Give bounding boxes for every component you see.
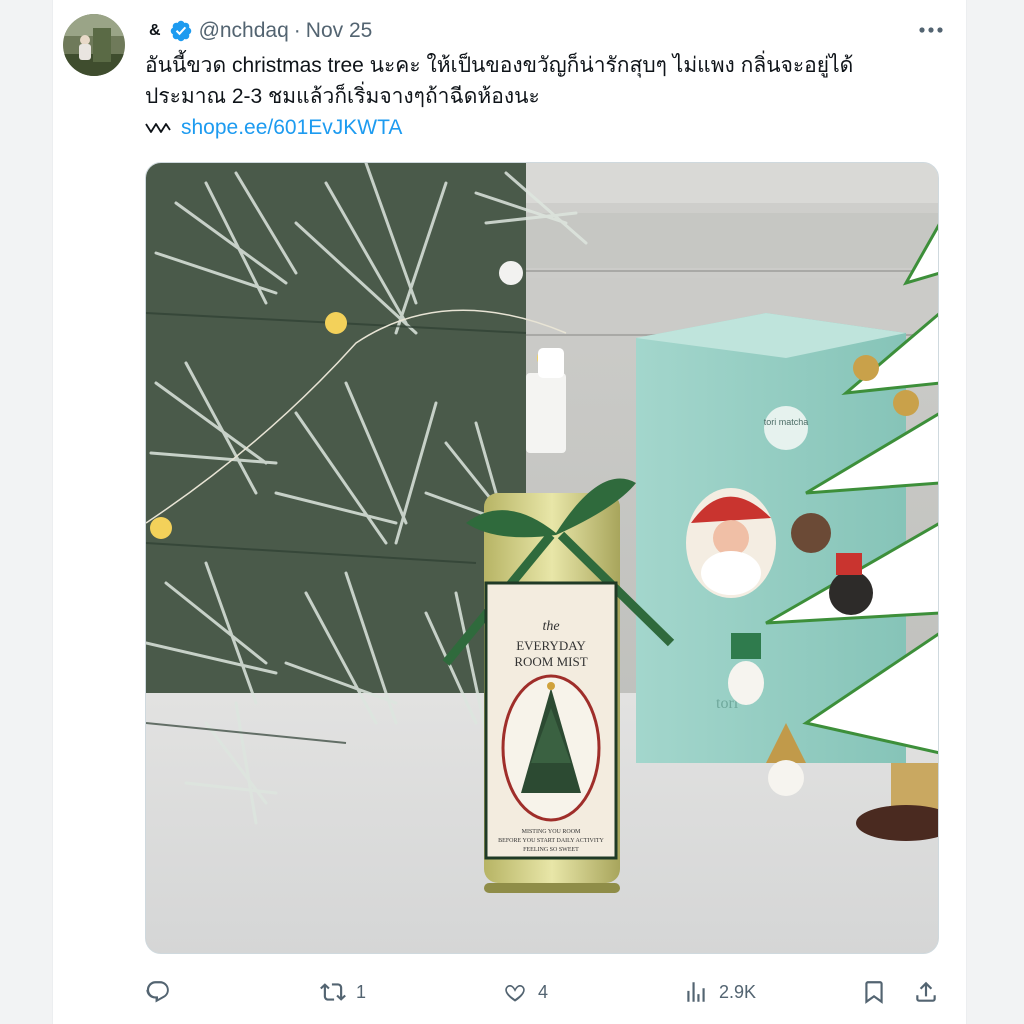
reply-icon xyxy=(146,981,169,1003)
shopee-link[interactable]: shope.ee/601EvJKWTA xyxy=(181,112,402,143)
link-line: shope.ee/601EvJKWTA xyxy=(145,112,945,143)
like-button[interactable]: 4 xyxy=(502,972,548,1012)
label-room-mist: ROOM MIST xyxy=(514,654,587,669)
tweet-text-line-2: ประมาณ 2-3 ชมแล้วก็เริ่มจางๆถ้าฉีดห้องนะ xyxy=(145,85,540,108)
share-button[interactable] xyxy=(913,972,939,1012)
tweet-date[interactable]: Nov 25 xyxy=(306,19,373,43)
box-sticker: tori matcha xyxy=(764,417,809,427)
label-small-3: FEELING SO SWEET xyxy=(523,847,579,853)
views-count: 2.9K xyxy=(719,981,757,1002)
action-bar: 1 4 2.9K xyxy=(145,972,945,1012)
link-icon xyxy=(145,122,171,133)
separator: · xyxy=(293,19,301,42)
like-icon xyxy=(505,984,525,1002)
share-icon xyxy=(916,981,936,1002)
verified-badge-icon xyxy=(170,20,191,42)
label-small-2: BEFORE YOU START DAILY ACTIVITY xyxy=(498,838,604,844)
bookmark-button[interactable] xyxy=(861,972,887,1012)
tweet-text-line-1: อันนี้ขวด christmas tree นะคะ ให้เป็นของ… xyxy=(145,54,854,77)
tweet-text: อันนี้ขวด christmas tree นะคะ ให้เป็นของ… xyxy=(145,50,945,143)
santa-sticker xyxy=(686,488,776,598)
display-name[interactable]: & xyxy=(149,22,161,40)
views-icon xyxy=(687,982,705,1002)
tweet-header: & @nchdaq · Nov 25 xyxy=(149,16,372,46)
label-everyday: EVERYDAY xyxy=(516,638,586,653)
label-small-1: MISTING YOU ROOM xyxy=(522,829,581,835)
bookmark-icon xyxy=(865,981,883,1004)
retweet-count: 1 xyxy=(356,981,367,1002)
tweet-card[interactable]: & @nchdaq · Nov 25 อันนี้ขวด christmas t… xyxy=(52,0,967,1024)
views-button[interactable]: 2.9K xyxy=(683,972,756,1012)
more-icon xyxy=(919,27,943,33)
like-count: 4 xyxy=(538,981,549,1002)
retweet-icon xyxy=(320,983,346,1001)
handle[interactable]: @nchdaq xyxy=(199,19,289,43)
tweet-photo[interactable]: tori matcha tori the EVERYDAY ROOM MIST … xyxy=(145,162,939,954)
retweet-button[interactable]: 1 xyxy=(320,972,366,1012)
avatar[interactable] xyxy=(63,14,125,76)
label-the: the xyxy=(542,619,559,634)
reply-button[interactable] xyxy=(145,972,181,1012)
more-options-button[interactable] xyxy=(916,18,946,42)
